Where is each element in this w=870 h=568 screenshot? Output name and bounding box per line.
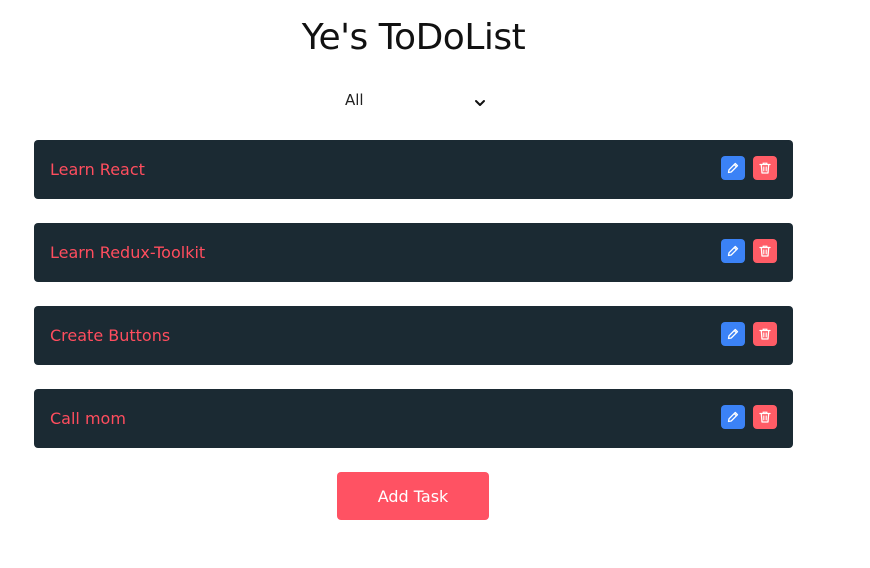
pencil-icon <box>727 162 739 174</box>
status-filter-select[interactable]: All <box>337 86 489 114</box>
edit-task-button[interactable] <box>721 239 745 263</box>
task-item: Call mom <box>34 389 793 448</box>
delete-task-button[interactable] <box>753 322 777 346</box>
delete-task-button[interactable] <box>753 405 777 429</box>
task-item: Learn React <box>34 140 793 199</box>
delete-task-button[interactable] <box>753 239 777 263</box>
trash-icon <box>759 162 771 174</box>
pencil-icon <box>727 245 739 257</box>
task-item: Learn Redux-Toolkit <box>34 223 793 282</box>
filter-selected-value: All <box>345 91 364 109</box>
pencil-icon <box>727 411 739 423</box>
task-label: Learn Redux-Toolkit <box>50 243 206 262</box>
edit-task-button[interactable] <box>721 156 745 180</box>
task-label: Learn React <box>50 160 145 179</box>
page-title: Ye's ToDoList <box>301 17 526 58</box>
add-task-button[interactable]: Add Task <box>337 472 489 520</box>
trash-icon <box>759 411 771 423</box>
task-item: Create Buttons <box>34 306 793 365</box>
pencil-icon <box>727 328 739 340</box>
trash-icon <box>759 328 771 340</box>
task-label: Create Buttons <box>50 326 171 345</box>
trash-icon <box>759 245 771 257</box>
edit-task-button[interactable] <box>721 322 745 346</box>
delete-task-button[interactable] <box>753 156 777 180</box>
task-list: Learn React Learn Redux-Toolkit Create B… <box>34 140 793 472</box>
chevron-down-icon <box>474 94 486 106</box>
task-label: Call mom <box>50 409 126 428</box>
edit-task-button[interactable] <box>721 405 745 429</box>
todo-app: Ye's ToDoList All Learn React Learn Redu… <box>0 0 870 568</box>
